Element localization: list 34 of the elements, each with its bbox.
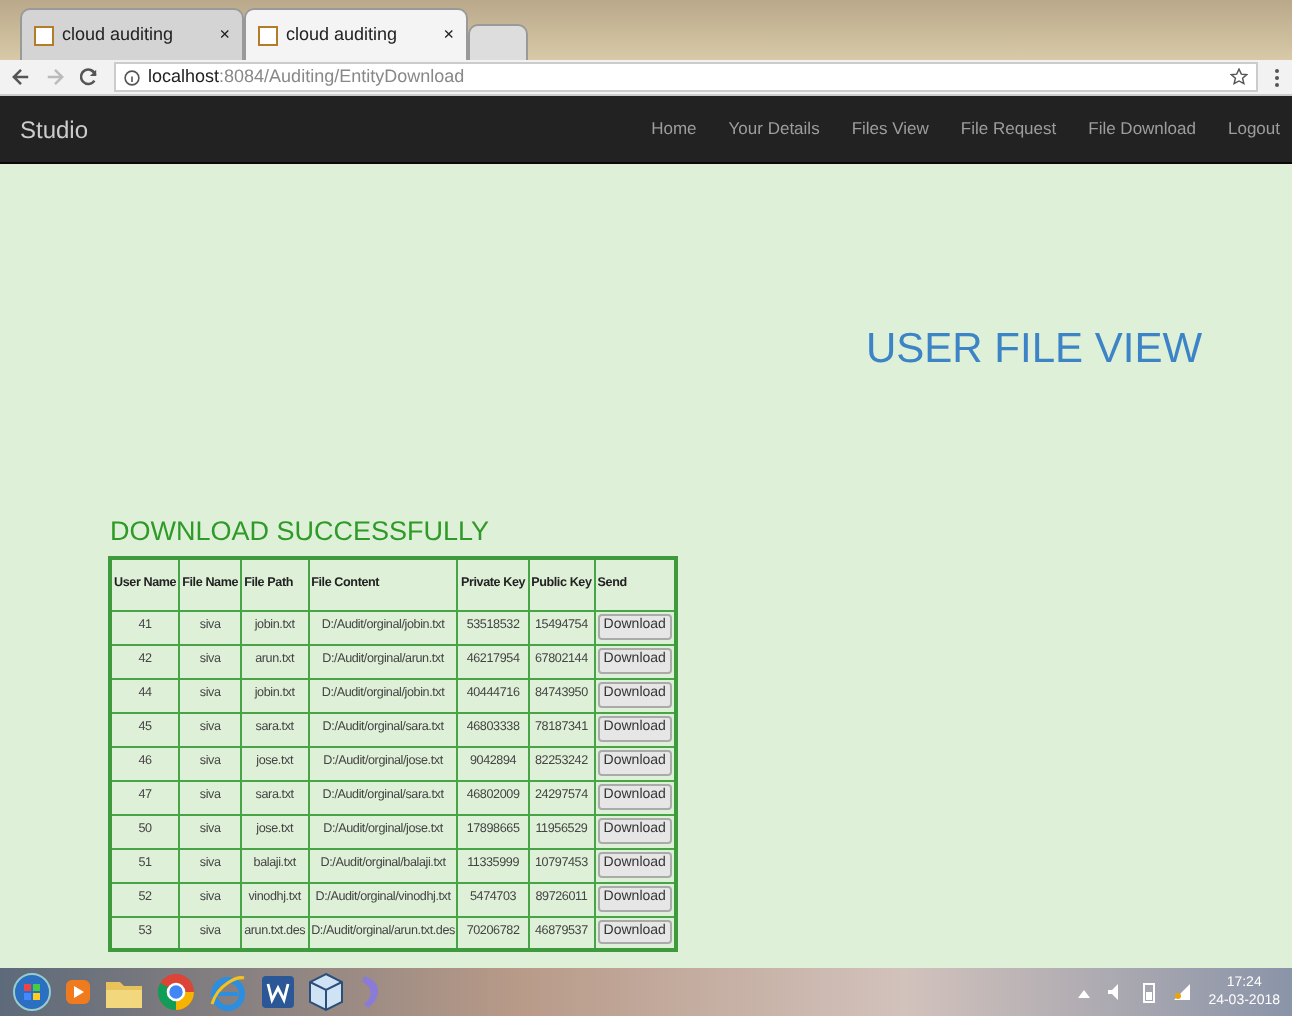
- tab-title: cloud auditing: [286, 21, 400, 48]
- page-heading: USER FILE VIEW: [866, 324, 1203, 375]
- nav-link[interactable]: File Download: [1072, 116, 1212, 142]
- word-icon[interactable]: [260, 974, 296, 1010]
- browser-tab[interactable]: cloud auditing ×: [20, 8, 244, 60]
- info-icon[interactable]: [124, 69, 140, 85]
- tab-close-button[interactable]: ×: [443, 21, 454, 49]
- battery-icon[interactable]: [1142, 981, 1157, 1003]
- page-icon: [34, 25, 54, 45]
- success-message: DOWNLOAD SUCCESSFULLY: [110, 514, 490, 550]
- back-icon[interactable]: [12, 68, 30, 86]
- nav-link[interactable]: Home: [635, 116, 713, 142]
- url-text: localhost:8084/Auditing/EntityDownload: [148, 63, 465, 90]
- start-button[interactable]: [12, 972, 52, 1012]
- new-tab-button[interactable]: [468, 24, 528, 60]
- media-player-icon[interactable]: [64, 978, 92, 1006]
- ie-icon[interactable]: [208, 972, 248, 1012]
- reload-icon[interactable]: [80, 68, 98, 86]
- brand-link[interactable]: Studio: [20, 111, 89, 147]
- menu-icon[interactable]: [1274, 67, 1280, 87]
- cube-icon[interactable]: [308, 972, 344, 1012]
- star-icon[interactable]: [1230, 68, 1248, 86]
- page-icon: [258, 25, 278, 45]
- browser-tab[interactable]: cloud auditing ×: [244, 8, 468, 60]
- tab-close-button[interactable]: ×: [219, 21, 230, 49]
- address-bar[interactable]: localhost:8084/Auditing/EntityDownload: [114, 62, 1258, 92]
- nav-link[interactable]: Your Details: [712, 116, 836, 142]
- nav-link[interactable]: Logout: [1212, 116, 1280, 142]
- network-icon[interactable]: [1172, 982, 1193, 1002]
- tab-title: cloud auditing: [62, 21, 176, 48]
- chrome-icon[interactable]: [156, 972, 196, 1012]
- tray-arrow-icon[interactable]: [1078, 987, 1091, 997]
- nav-link[interactable]: Files View: [835, 116, 945, 142]
- nav-link[interactable]: File Request: [944, 116, 1073, 142]
